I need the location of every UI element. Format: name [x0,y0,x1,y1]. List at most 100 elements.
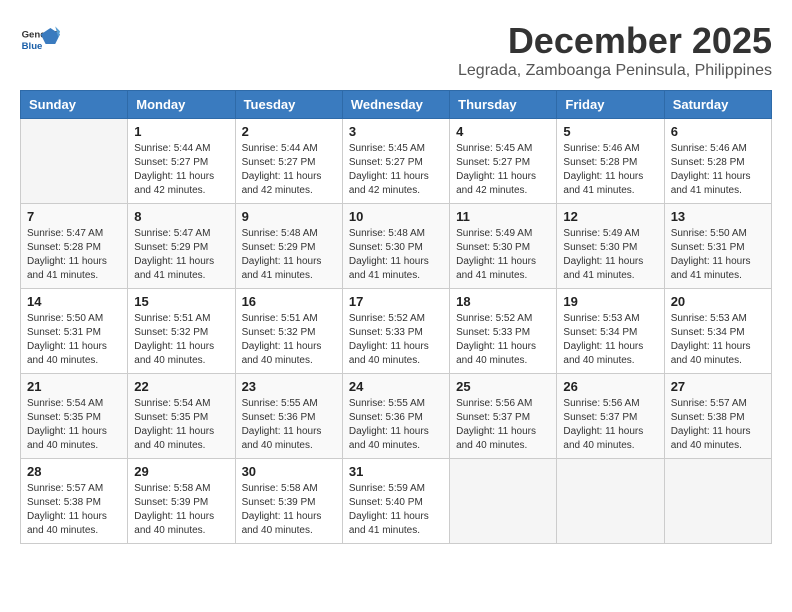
calendar-cell: 28 Sunrise: 5:57 AMSunset: 5:38 PMDayligh… [21,459,128,544]
calendar-cell: 12 Sunrise: 5:49 AMSunset: 5:30 PMDayligh… [557,204,664,289]
calendar-cell [664,459,771,544]
calendar-cell: 3 Sunrise: 5:45 AMSunset: 5:27 PMDaylight… [342,119,449,204]
day-number: 29 [134,464,228,479]
day-number: 11 [456,209,550,224]
day-number: 26 [563,379,657,394]
calendar-cell: 27 Sunrise: 5:57 AMSunset: 5:38 PMDayligh… [664,374,771,459]
calendar-cell [21,119,128,204]
calendar-cell: 16 Sunrise: 5:51 AMSunset: 5:32 PMDayligh… [235,289,342,374]
day-info: Sunrise: 5:57 AMSunset: 5:38 PMDaylight:… [671,397,765,453]
day-header-tuesday: Tuesday [235,91,342,119]
calendar-cell: 13 Sunrise: 5:50 AMSunset: 5:31 PMDayligh… [664,204,771,289]
day-header-monday: Monday [128,91,235,119]
calendar-cell: 30Sunrise: 5:58 AMSunset: 5:39 PMDayligh… [235,459,342,544]
day-info: Sunrise: 5:49 AMSunset: 5:30 PMDaylight:… [563,227,657,283]
day-number: 8 [134,209,228,224]
day-number: 31 [349,464,443,479]
calendar-cell: 9 Sunrise: 5:48 AMSunset: 5:29 PMDaylight… [235,204,342,289]
day-header-saturday: Saturday [664,91,771,119]
day-number: 19 [563,294,657,309]
day-header-wednesday: Wednesday [342,91,449,119]
svg-text:Blue: Blue [22,41,43,52]
calendar-cell: 25Sunrise: 5:56 AMSunset: 5:37 PMDayligh… [450,374,557,459]
day-info: Sunrise: 5:51 AMSunset: 5:32 PMDaylight:… [134,312,228,368]
calendar-cell: 15 Sunrise: 5:51 AMSunset: 5:32 PMDayligh… [128,289,235,374]
day-number: 6 [671,124,765,139]
calendar-cell: 29 Sunrise: 5:58 AMSunset: 5:39 PMDayligh… [128,459,235,544]
day-number: 14 [27,294,121,309]
day-number: 22 [134,379,228,394]
day-number: 30 [242,464,336,479]
day-number: 12 [563,209,657,224]
calendar-cell: 24Sunrise: 5:55 AMSunset: 5:36 PMDayligh… [342,374,449,459]
day-number: 17 [349,294,443,309]
day-number: 5 [563,124,657,139]
title-area: December 2025 Legrada, Zamboanga Peninsu… [458,20,772,80]
calendar-cell: 7Sunrise: 5:47 AMSunset: 5:28 PMDaylight… [21,204,128,289]
day-info: Sunrise: 5:53 AMSunset: 5:34 PMDaylight:… [563,312,657,368]
day-number: 3 [349,124,443,139]
calendar-cell: 17 Sunrise: 5:52 AMSunset: 5:33 PMDayligh… [342,289,449,374]
day-info: Sunrise: 5:50 AMSunset: 5:31 PMDaylight:… [671,227,765,283]
day-number: 15 [134,294,228,309]
calendar-cell: 14Sunrise: 5:50 AMSunset: 5:31 PMDayligh… [21,289,128,374]
day-number: 2 [242,124,336,139]
calendar-cell: 18 Sunrise: 5:52 AMSunset: 5:33 PMDayligh… [450,289,557,374]
day-number: 10 [349,209,443,224]
calendar-cell: 6 Sunrise: 5:46 AMSunset: 5:28 PMDaylight… [664,119,771,204]
calendar-cell: 20 Sunrise: 5:53 AMSunset: 5:34 PMDayligh… [664,289,771,374]
day-info: Sunrise: 5:48 AMSunset: 5:30 PMDaylight:… [349,227,443,283]
day-info: Sunrise: 5:52 AMSunset: 5:33 PMDaylight:… [456,312,550,368]
day-number: 21 [27,379,121,394]
day-number: 16 [242,294,336,309]
calendar-cell: 4Sunrise: 5:45 AMSunset: 5:27 PMDaylight… [450,119,557,204]
calendar-cell: 5 Sunrise: 5:46 AMSunset: 5:28 PMDaylight… [557,119,664,204]
day-info: Sunrise: 5:46 AMSunset: 5:28 PMDaylight:… [671,142,765,198]
day-info: Sunrise: 5:47 AMSunset: 5:29 PMDaylight:… [134,227,228,283]
calendar-cell: 1 Sunrise: 5:44 AMSunset: 5:27 PMDaylight… [128,119,235,204]
calendar-cell: 11Sunrise: 5:49 AMSunset: 5:30 PMDayligh… [450,204,557,289]
day-info: Sunrise: 5:55 AMSunset: 5:36 PMDaylight:… [349,397,443,453]
day-info: Sunrise: 5:54 AMSunset: 5:35 PMDaylight:… [27,397,121,453]
day-info: Sunrise: 5:57 AMSunset: 5:38 PMDaylight:… [27,482,121,538]
day-number: 1 [134,124,228,139]
calendar-cell: 23Sunrise: 5:55 AMSunset: 5:36 PMDayligh… [235,374,342,459]
day-info: Sunrise: 5:44 AMSunset: 5:27 PMDaylight:… [242,142,336,198]
day-number: 9 [242,209,336,224]
day-info: Sunrise: 5:58 AMSunset: 5:39 PMDaylight:… [134,482,228,538]
day-number: 28 [27,464,121,479]
day-info: Sunrise: 5:51 AMSunset: 5:32 PMDaylight:… [242,312,336,368]
month-title: December 2025 [458,20,772,62]
day-info: Sunrise: 5:45 AMSunset: 5:27 PMDaylight:… [456,142,550,198]
calendar-cell: 21 Sunrise: 5:54 AMSunset: 5:35 PMDayligh… [21,374,128,459]
day-info: Sunrise: 5:45 AMSunset: 5:27 PMDaylight:… [349,142,443,198]
page-header: General Blue December 2025 Legrada, Zamb… [20,20,772,80]
day-info: Sunrise: 5:56 AMSunset: 5:37 PMDaylight:… [456,397,550,453]
day-header-friday: Friday [557,91,664,119]
day-info: Sunrise: 5:48 AMSunset: 5:29 PMDaylight:… [242,227,336,283]
day-info: Sunrise: 5:44 AMSunset: 5:27 PMDaylight:… [134,142,228,198]
calendar-header-row: SundayMondayTuesdayWednesdayThursdayFrid… [21,91,772,119]
day-info: Sunrise: 5:53 AMSunset: 5:34 PMDaylight:… [671,312,765,368]
calendar-week-row: 21 Sunrise: 5:54 AMSunset: 5:35 PMDayligh… [21,374,772,459]
calendar-cell: 31 Sunrise: 5:59 AMSunset: 5:40 PMDayligh… [342,459,449,544]
logo: General Blue [20,20,64,60]
day-info: Sunrise: 5:54 AMSunset: 5:35 PMDaylight:… [134,397,228,453]
calendar-cell: 19 Sunrise: 5:53 AMSunset: 5:34 PMDayligh… [557,289,664,374]
calendar-week-row: 7Sunrise: 5:47 AMSunset: 5:28 PMDaylight… [21,204,772,289]
calendar-cell: 26Sunrise: 5:56 AMSunset: 5:37 PMDayligh… [557,374,664,459]
day-info: Sunrise: 5:59 AMSunset: 5:40 PMDaylight:… [349,482,443,538]
day-number: 20 [671,294,765,309]
day-info: Sunrise: 5:46 AMSunset: 5:28 PMDaylight:… [563,142,657,198]
day-number: 27 [671,379,765,394]
calendar-cell: 8 Sunrise: 5:47 AMSunset: 5:29 PMDaylight… [128,204,235,289]
calendar-table: SundayMondayTuesdayWednesdayThursdayFrid… [20,90,772,544]
location-subtitle: Legrada, Zamboanga Peninsula, Philippine… [458,62,772,80]
day-info: Sunrise: 5:52 AMSunset: 5:33 PMDaylight:… [349,312,443,368]
calendar-cell: 2 Sunrise: 5:44 AMSunset: 5:27 PMDaylight… [235,119,342,204]
day-number: 23 [242,379,336,394]
day-number: 7 [27,209,121,224]
day-number: 18 [456,294,550,309]
day-number: 13 [671,209,765,224]
calendar-cell: 10 Sunrise: 5:48 AMSunset: 5:30 PMDayligh… [342,204,449,289]
